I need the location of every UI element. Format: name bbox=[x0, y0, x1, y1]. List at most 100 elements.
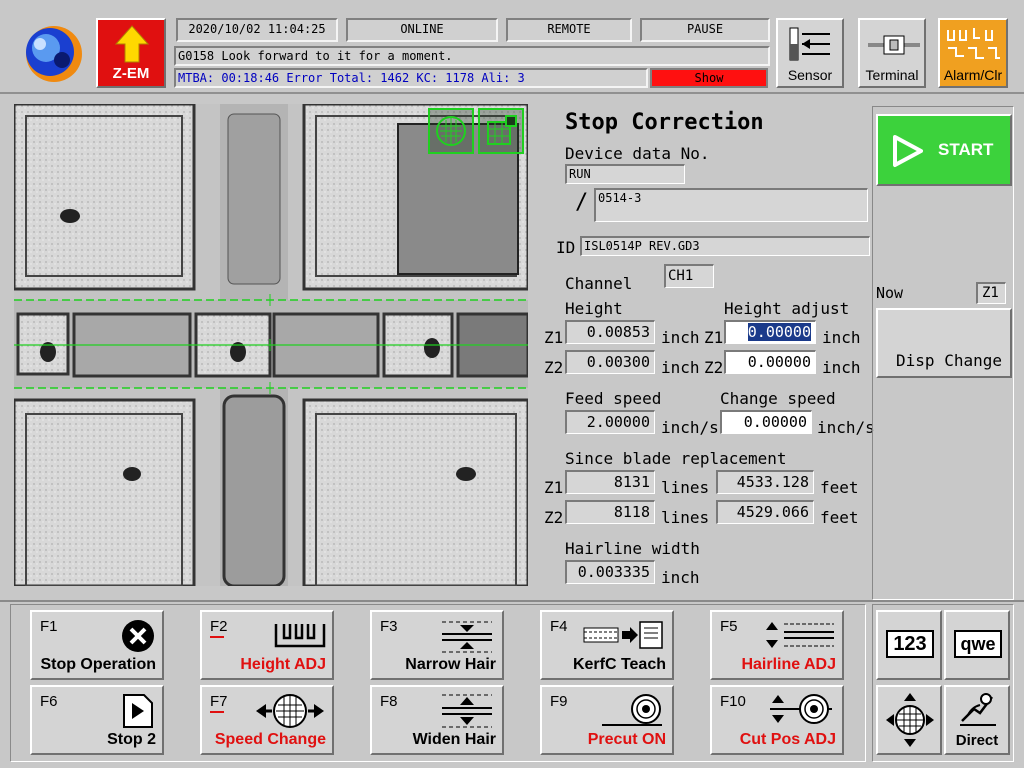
lines-z2-unit: lines bbox=[661, 508, 710, 527]
f3-narrow-hair-button[interactable]: F3 Narrow Hair bbox=[370, 610, 504, 680]
feed-speed-label: Feed speed bbox=[565, 389, 662, 408]
status-remote: REMOTE bbox=[506, 18, 632, 42]
hairline-width-value: 0.003335 bbox=[577, 563, 650, 581]
f9-precut-on-button[interactable]: F9 Precut ON bbox=[540, 685, 674, 755]
show-label: Show bbox=[694, 71, 724, 85]
status-online: ONLINE bbox=[346, 18, 498, 42]
channel-field: CH1 bbox=[664, 264, 714, 288]
terminal-label: Terminal bbox=[865, 67, 919, 83]
start-button[interactable]: START bbox=[876, 114, 1012, 186]
now-value: Z1 bbox=[982, 285, 999, 301]
f4-key-label: F4 bbox=[550, 618, 568, 635]
adj-z2-unit: inch bbox=[822, 358, 861, 377]
zoom-view-button[interactable] bbox=[478, 108, 524, 154]
f6-key-label: F6 bbox=[40, 693, 58, 710]
narrow-hair-icon bbox=[442, 621, 492, 653]
height-adjust-z1-value: 0.00000 bbox=[747, 323, 811, 341]
height-z2-field: 0.00300 bbox=[565, 350, 655, 374]
terminal-button[interactable]: Terminal bbox=[858, 18, 926, 88]
up-arrow-icon bbox=[114, 25, 150, 63]
feet-z2-value: 4529.066 bbox=[736, 503, 809, 521]
message-line: G0158 Look forward to it for a moment. bbox=[174, 46, 770, 66]
f9-key-label: F9 bbox=[550, 693, 568, 710]
sensor-icon bbox=[789, 27, 830, 61]
direct-button[interactable]: Direct bbox=[944, 685, 1010, 755]
stop-x-icon bbox=[122, 620, 154, 652]
camera-view[interactable] bbox=[14, 104, 528, 586]
move-arrows-icon bbox=[886, 693, 934, 747]
move-control-button[interactable] bbox=[876, 685, 942, 755]
f7-active-mark bbox=[210, 711, 224, 713]
f4-label: KerfC Teach bbox=[572, 656, 666, 673]
f2-height-adj-button[interactable]: F2 Height ADJ bbox=[200, 610, 334, 680]
sensor-label: Sensor bbox=[787, 67, 833, 83]
zem-button[interactable]: Z-EM bbox=[96, 18, 166, 88]
height-adjust-z1-input[interactable]: 0.00000 bbox=[724, 320, 816, 344]
stop2-page-icon bbox=[123, 694, 153, 728]
f7-label: Speed Change bbox=[214, 731, 326, 748]
blade-z2-label: Z2 bbox=[544, 508, 564, 527]
hairline-width-unit: inch bbox=[661, 568, 700, 587]
f1-label: Stop Operation bbox=[40, 656, 156, 673]
f8-label: Widen Hair bbox=[412, 731, 496, 748]
feet-z2-field: 4529.066 bbox=[716, 500, 814, 524]
lines-z2-value: 8118 bbox=[613, 503, 650, 521]
adj-z2-label: Z2 bbox=[704, 358, 724, 377]
id-label: ID bbox=[556, 238, 576, 257]
feed-speed-unit: inch/s bbox=[661, 418, 719, 437]
f10-cut-pos-adj-button[interactable]: F10 Cut Pos ADJ bbox=[710, 685, 844, 755]
height-adjust-label: Height adjust bbox=[724, 299, 850, 318]
height-adjust-z2-input[interactable]: 0.00000 bbox=[724, 350, 816, 374]
blade-icon bbox=[602, 694, 662, 726]
f7-key-label: F7 bbox=[210, 693, 228, 710]
f5-hairline-adj-button[interactable]: F5 Hairline ADJ bbox=[710, 610, 844, 680]
feet-z1-unit: feet bbox=[820, 478, 859, 497]
f4-kerfc-teach-button[interactable]: F4 KerfC Teach bbox=[540, 610, 674, 680]
f6-stop2-button[interactable]: F6 Stop 2 bbox=[30, 685, 164, 755]
keyboard-button[interactable]: qwe bbox=[944, 610, 1010, 680]
height-adjust-z2-value: 0.00000 bbox=[747, 353, 811, 371]
lines-z1-field: 8131 bbox=[565, 470, 655, 494]
height-z2-unit: inch bbox=[661, 358, 700, 377]
f8-widen-hair-button[interactable]: F8 Widen Hair bbox=[370, 685, 504, 755]
logo bbox=[20, 20, 84, 84]
lines-z1-value: 8131 bbox=[613, 473, 650, 491]
show-button[interactable]: Show bbox=[650, 68, 768, 88]
f3-key-label: F3 bbox=[380, 618, 398, 635]
f1-key-label: F1 bbox=[40, 618, 58, 635]
change-speed-input[interactable]: 0.00000 bbox=[720, 410, 812, 434]
adj-z1-unit: inch bbox=[822, 328, 861, 347]
f7-speed-change-button[interactable]: F7 Speed Change bbox=[200, 685, 334, 755]
height-z1-value: 0.00853 bbox=[586, 323, 650, 341]
now-label: Now bbox=[876, 284, 904, 302]
feet-z1-value: 4533.128 bbox=[736, 473, 809, 491]
numeric-keypad-label: 123 bbox=[893, 633, 927, 655]
datetime-display: 2020/10/02 11:04:25 bbox=[176, 18, 338, 42]
f10-key-label: F10 bbox=[720, 693, 746, 710]
f5-label: Hairline ADJ bbox=[741, 656, 836, 673]
run-field: RUN bbox=[565, 164, 685, 184]
height-z1-unit: inch bbox=[661, 328, 700, 347]
start-label: START bbox=[938, 140, 994, 159]
grid-circle-icon bbox=[436, 116, 466, 146]
direct-label: Direct bbox=[955, 732, 999, 749]
height-z2-label: Z2 bbox=[544, 358, 564, 377]
id-value: ISL0514P REV.GD3 bbox=[584, 239, 700, 253]
device-data-label: Device data No. bbox=[565, 144, 710, 163]
numeric-keypad-button[interactable]: 123 bbox=[876, 610, 942, 680]
channel-value: CH1 bbox=[668, 268, 694, 284]
terminal-icon bbox=[868, 35, 920, 55]
alarm-icon bbox=[947, 28, 1000, 59]
blade-z1-label: Z1 bbox=[544, 478, 564, 497]
disp-change-button[interactable]: Disp Change bbox=[876, 308, 1012, 378]
height-z1-label: Z1 bbox=[544, 328, 564, 347]
device-number-field[interactable]: 0514-3 bbox=[594, 188, 868, 222]
grid-view-button[interactable] bbox=[428, 108, 474, 154]
f2-active-mark bbox=[210, 636, 224, 638]
alarm-clear-button[interactable]: Alarm/Clr bbox=[938, 18, 1008, 88]
f3-label: Narrow Hair bbox=[405, 656, 496, 673]
sensor-button[interactable]: Sensor bbox=[776, 18, 844, 88]
f1-stop-operation-button[interactable]: F1 Stop Operation bbox=[30, 610, 164, 680]
zem-label: Z-EM bbox=[112, 65, 150, 82]
zoom-grid-icon bbox=[487, 115, 517, 145]
